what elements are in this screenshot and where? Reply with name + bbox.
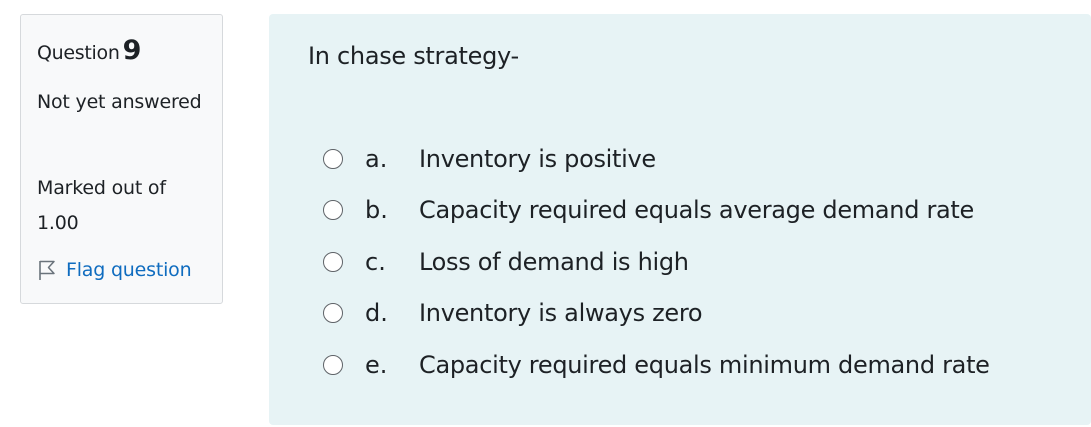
option-label[interactable]: Inventory is positive	[419, 145, 656, 173]
radio-button[interactable]	[323, 354, 343, 375]
radio-button[interactable]	[323, 200, 343, 221]
answer-option-c[interactable]: c. Loss of demand is high	[323, 236, 689, 288]
question-state: Not yet answered	[37, 91, 202, 113]
option-label[interactable]: Capacity required equals average demand …	[419, 196, 974, 224]
answer-option-b[interactable]: b. Capacity required equals average dema…	[323, 185, 974, 237]
option-letter: b.	[365, 196, 388, 225]
answer-option-a[interactable]: a. Inventory is positive	[323, 133, 656, 185]
question-number-heading: Question 9	[37, 35, 141, 66]
radio-button[interactable]	[323, 303, 343, 324]
question-number: 9	[122, 35, 142, 66]
option-letter: c.	[365, 247, 386, 276]
flag-question-link[interactable]: Flag question	[37, 259, 192, 281]
option-label[interactable]: Capacity required equals minimum demand …	[419, 351, 990, 379]
answer-options: a. Inventory is positive b. Capacity req…	[323, 133, 990, 391]
option-letter: d.	[365, 299, 388, 328]
flag-question-label[interactable]: Flag question	[66, 259, 192, 281]
flag-icon	[37, 259, 57, 281]
question-grade: Marked out of 1.00	[37, 177, 166, 234]
question-label: Question	[37, 42, 120, 64]
option-letter: e.	[365, 350, 388, 379]
answer-option-e[interactable]: e. Capacity required equals minimum dema…	[323, 339, 990, 391]
question-info-panel: Question 9 Not yet answered Marked out of…	[20, 14, 223, 304]
radio-button[interactable]	[323, 148, 343, 169]
radio-button[interactable]	[323, 251, 343, 272]
option-label[interactable]: Inventory is always zero	[419, 299, 703, 327]
question-text: In chase strategy-	[308, 42, 519, 70]
answer-option-d[interactable]: d. Inventory is always zero	[323, 288, 703, 340]
option-label[interactable]: Loss of demand is high	[419, 248, 689, 276]
question-content-panel: In chase strategy- a. Inventory is posit…	[269, 14, 1091, 425]
option-letter: a.	[365, 144, 388, 173]
